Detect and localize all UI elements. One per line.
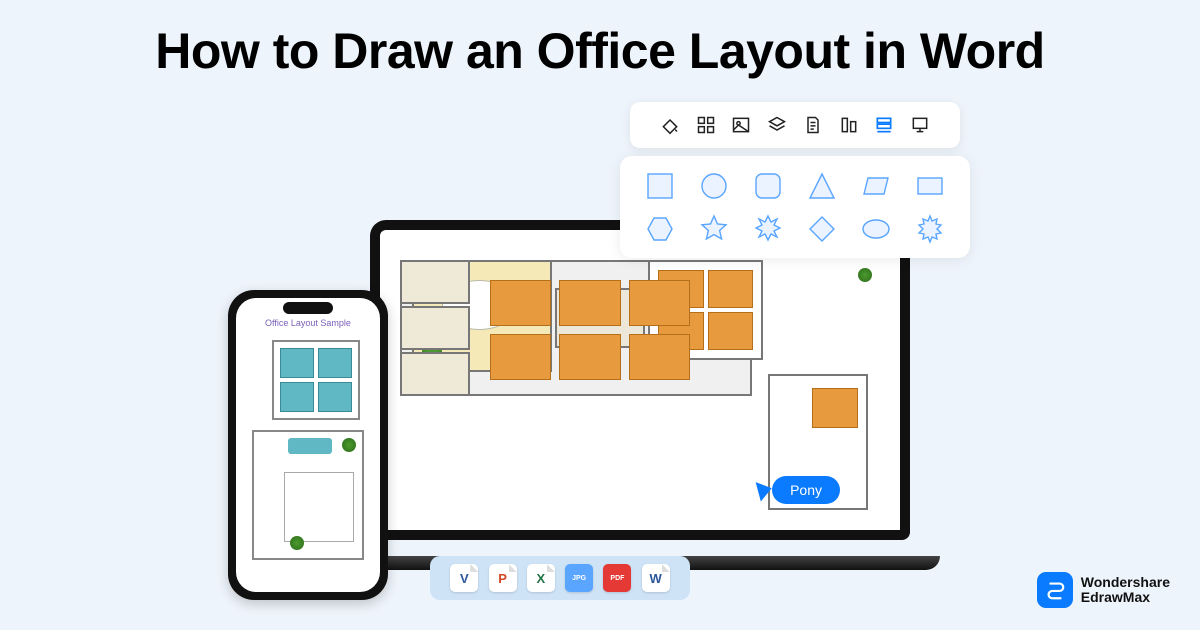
desk — [280, 348, 314, 378]
shape-rounded-square[interactable] — [752, 170, 784, 202]
brand-line1: Wondershare — [1081, 575, 1170, 590]
export-pdf-icon[interactable]: PDF — [603, 564, 631, 592]
page-title: How to Draw an Office Layout in Word — [0, 22, 1200, 80]
phone-room-bottom — [252, 430, 364, 560]
edrawmax-logo-icon — [1037, 572, 1073, 608]
phone-canvas-title: Office Layout Sample — [236, 318, 380, 328]
shape-burst-8[interactable] — [752, 213, 784, 245]
plant-icon — [342, 438, 356, 452]
desk — [629, 334, 690, 380]
page-icon[interactable] — [803, 115, 823, 135]
desk — [812, 388, 858, 428]
desk — [490, 334, 551, 380]
sofa-icon — [288, 438, 332, 454]
desk — [559, 280, 620, 326]
shape-burst-12[interactable] — [914, 213, 946, 245]
shape-circle[interactable] — [698, 170, 730, 202]
export-jpg-icon[interactable]: JPG — [565, 564, 593, 592]
plant-icon — [290, 536, 304, 550]
arrange-icon[interactable] — [696, 115, 716, 135]
export-formats-bar: V P X JPG PDF W — [430, 556, 690, 600]
plant-icon — [858, 268, 872, 282]
layers-icon[interactable] — [767, 115, 787, 135]
shape-parallelogram[interactable] — [860, 170, 892, 202]
shape-diamond[interactable] — [806, 213, 838, 245]
brand-line2: EdrawMax — [1081, 590, 1170, 605]
desk — [708, 270, 754, 308]
side-office — [400, 352, 470, 396]
export-doc-icon[interactable]: W — [642, 564, 670, 592]
side-office — [400, 260, 470, 304]
laptop-mockup: Office Layout Sample Meeting Room — [370, 220, 910, 570]
collaborator-name: Pony — [772, 476, 840, 504]
desk — [629, 280, 690, 326]
brand-text: Wondershare EdrawMax — [1081, 575, 1170, 606]
export-vsd-icon[interactable]: V — [450, 564, 478, 592]
center-desks — [490, 280, 690, 380]
laptop-screen: Office Layout Sample Meeting Room — [370, 220, 910, 540]
image-icon[interactable] — [731, 115, 751, 135]
office-floorplan: Meeting Room — [400, 260, 880, 510]
export-xls-icon[interactable]: X — [527, 564, 555, 592]
shape-hexagon[interactable] — [644, 213, 676, 245]
shapes-panel — [620, 156, 970, 258]
phone-notch-icon — [283, 302, 333, 314]
export-ppt-icon[interactable]: P — [489, 564, 517, 592]
desk — [318, 382, 352, 412]
fill-icon[interactable] — [660, 115, 680, 135]
phone-floorplan — [252, 340, 364, 580]
toolbar-panel — [630, 102, 960, 148]
phone-screen: Office Layout Sample — [236, 298, 380, 592]
phone-mockup: Office Layout Sample — [228, 290, 388, 600]
desk — [318, 348, 352, 378]
cursor-icon — [756, 479, 775, 502]
shape-ellipse[interactable] — [860, 213, 892, 245]
desk — [490, 280, 551, 326]
phone-room-top — [272, 340, 360, 420]
shape-rectangle[interactable] — [914, 170, 946, 202]
shape-triangle[interactable] — [806, 170, 838, 202]
shape-square[interactable] — [644, 170, 676, 202]
desk — [280, 382, 314, 412]
desk — [708, 312, 754, 350]
brand-logo-block: Wondershare EdrawMax — [1037, 572, 1170, 608]
stack-icon[interactable] — [874, 115, 894, 135]
presentation-icon[interactable] — [910, 115, 930, 135]
inner-room — [284, 472, 354, 542]
desk — [559, 334, 620, 380]
align-icon[interactable] — [839, 115, 859, 135]
shape-star[interactable] — [698, 213, 730, 245]
side-office — [400, 306, 470, 350]
collaborator-cursor: Pony — [758, 476, 840, 504]
